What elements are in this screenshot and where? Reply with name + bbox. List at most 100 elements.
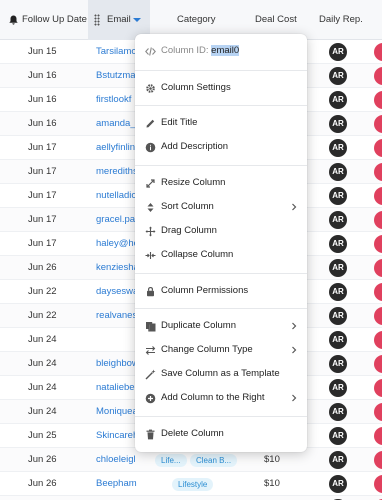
avatar[interactable]: AR xyxy=(329,355,347,373)
chevron-right-icon xyxy=(292,203,297,211)
avatar[interactable]: AR xyxy=(329,379,347,397)
column-permissions-item[interactable]: Column Permissions xyxy=(135,279,307,303)
resize-column-item[interactable]: Resize Column xyxy=(135,171,307,195)
avatar[interactable] xyxy=(374,67,382,85)
avatar[interactable] xyxy=(374,235,382,253)
avatar[interactable] xyxy=(374,427,382,445)
avatar[interactable]: AR xyxy=(329,235,347,253)
follow-up-date-cell[interactable]: Jun 24 xyxy=(0,376,92,400)
email-cell[interactable]: chloeleigl xyxy=(96,448,138,472)
follow-up-date-cell[interactable]: Jun 15 xyxy=(0,40,92,64)
avatar[interactable] xyxy=(374,331,382,349)
email-cell[interactable]: dayseswa xyxy=(96,280,138,304)
email-cell[interactable]: Bstutzma xyxy=(96,64,138,88)
avatar[interactable] xyxy=(374,43,382,61)
delete-column-item[interactable]: Delete Column xyxy=(135,422,307,446)
follow-up-date-cell[interactable]: Jun 17 xyxy=(0,208,92,232)
follow-up-date-cell[interactable]: Jun 26 xyxy=(0,448,92,472)
avatar[interactable]: AR xyxy=(329,211,347,229)
avatar[interactable]: AR xyxy=(329,91,347,109)
follow-up-date-cell[interactable]: Jun 17 xyxy=(0,232,92,256)
follow-up-date-cell[interactable]: Jun 16 xyxy=(0,88,92,112)
email-cell[interactable]: aellyfinlin. xyxy=(96,136,138,160)
email-cell[interactable]: Tarsilamo xyxy=(96,40,138,64)
follow-up-date-cell[interactable]: Jun 22 xyxy=(0,304,92,328)
email-cell[interactable] xyxy=(96,328,138,352)
avatar[interactable]: AR xyxy=(329,331,347,349)
save-as-template-item[interactable]: Save Column as a Template xyxy=(135,362,307,386)
follow-up-date-cell[interactable]: Jun 17 xyxy=(0,184,92,208)
follow-up-date-cell[interactable]: Jun 26 xyxy=(0,256,92,280)
duplicate-column-item[interactable]: Duplicate Column xyxy=(135,314,307,338)
avatar[interactable] xyxy=(374,307,382,325)
email-cell[interactable]: Skincareh xyxy=(96,424,138,448)
email-cell[interactable]: Moniquea xyxy=(96,400,138,424)
email-cell[interactable]: realvanes xyxy=(96,304,138,328)
deal-cost-cell[interactable]: $10 xyxy=(264,496,304,500)
avatar[interactable] xyxy=(374,355,382,373)
deal-cost-cell[interactable]: $10 xyxy=(264,472,304,496)
avatar[interactable] xyxy=(374,163,382,181)
add-description-item[interactable]: Add Description xyxy=(135,135,307,159)
follow-up-date-cell[interactable]: Jun 22 xyxy=(0,280,92,304)
change-column-type-item[interactable]: Change Column Type xyxy=(135,338,307,362)
avatar[interactable]: AR xyxy=(329,259,347,277)
email-cell[interactable]: Ashriti.aw xyxy=(96,496,138,500)
chevron-down-icon[interactable] xyxy=(132,16,142,24)
avatar[interactable] xyxy=(374,91,382,109)
avatar[interactable] xyxy=(374,187,382,205)
email-cell[interactable]: bleighbow xyxy=(96,352,138,376)
avatar[interactable]: AR xyxy=(329,67,347,85)
follow-up-date-cell[interactable]: Jun 27 xyxy=(0,496,92,500)
avatar[interactable]: AR xyxy=(329,187,347,205)
email-cell[interactable]: gracel.par xyxy=(96,208,138,232)
avatar[interactable]: AR xyxy=(329,427,347,445)
follow-up-date-cell[interactable]: Jun 16 xyxy=(0,112,92,136)
edit-title-item[interactable]: Edit Title xyxy=(135,111,307,135)
follow-up-date-cell[interactable]: Jun 26 xyxy=(0,472,92,496)
table-row[interactable]: Jun 26 Beepham Lifestyle $10 AR xyxy=(0,472,382,496)
follow-up-date-cell[interactable]: Jun 24 xyxy=(0,352,92,376)
avatar[interactable] xyxy=(374,379,382,397)
avatar[interactable]: AR xyxy=(329,475,347,493)
avatar[interactable]: AR xyxy=(329,403,347,421)
column-id-value[interactable]: email0 xyxy=(211,45,240,56)
email-cell[interactable]: kenziesha xyxy=(96,256,138,280)
email-cell[interactable]: amanda_s xyxy=(96,112,138,136)
collapse-column-item[interactable]: Collapse Column xyxy=(135,243,307,267)
avatar[interactable] xyxy=(374,259,382,277)
avatar[interactable]: AR xyxy=(329,451,347,469)
drag-column-item[interactable]: Drag Column xyxy=(135,219,307,243)
sort-column-item[interactable]: Sort Column xyxy=(135,195,307,219)
avatar[interactable] xyxy=(374,283,382,301)
email-cell[interactable]: haley@ho xyxy=(96,232,138,256)
follow-up-date-cell[interactable]: Jun 24 xyxy=(0,400,92,424)
column-settings-item[interactable]: Column Settings xyxy=(135,76,307,100)
avatar[interactable]: AR xyxy=(329,163,347,181)
avatar[interactable] xyxy=(374,475,382,493)
avatar[interactable] xyxy=(374,139,382,157)
email-cell[interactable]: natalieber xyxy=(96,376,138,400)
add-column-right-item[interactable]: Add Column to the Right xyxy=(135,386,307,410)
follow-up-date-cell[interactable]: Jun 25 xyxy=(0,424,92,448)
follow-up-date-cell[interactable]: Jun 16 xyxy=(0,64,92,88)
avatar[interactable]: AR xyxy=(329,43,347,61)
email-cell[interactable]: merediths xyxy=(96,160,138,184)
email-cell[interactable]: Beepham xyxy=(96,472,138,496)
header-daily-rep[interactable]: Daily Rep. xyxy=(319,0,363,40)
avatar[interactable] xyxy=(374,115,382,133)
avatar[interactable]: AR xyxy=(329,115,347,133)
avatar[interactable] xyxy=(374,403,382,421)
table-row[interactable]: Jun 27Ashriti.awClea...Health...$10AR xyxy=(0,496,382,500)
email-cell[interactable]: firstlookf xyxy=(96,88,138,112)
avatar[interactable]: AR xyxy=(329,307,347,325)
avatar[interactable]: AR xyxy=(329,283,347,301)
follow-up-date-cell[interactable]: Jun 17 xyxy=(0,136,92,160)
follow-up-date-cell[interactable]: Jun 24 xyxy=(0,328,92,352)
email-cell[interactable]: nutelladio xyxy=(96,184,138,208)
follow-up-date-cell[interactable]: Jun 17 xyxy=(0,160,92,184)
avatar[interactable]: AR xyxy=(329,139,347,157)
avatar[interactable] xyxy=(374,451,382,469)
avatar[interactable] xyxy=(374,211,382,229)
drag-handle-icon[interactable] xyxy=(94,14,100,26)
